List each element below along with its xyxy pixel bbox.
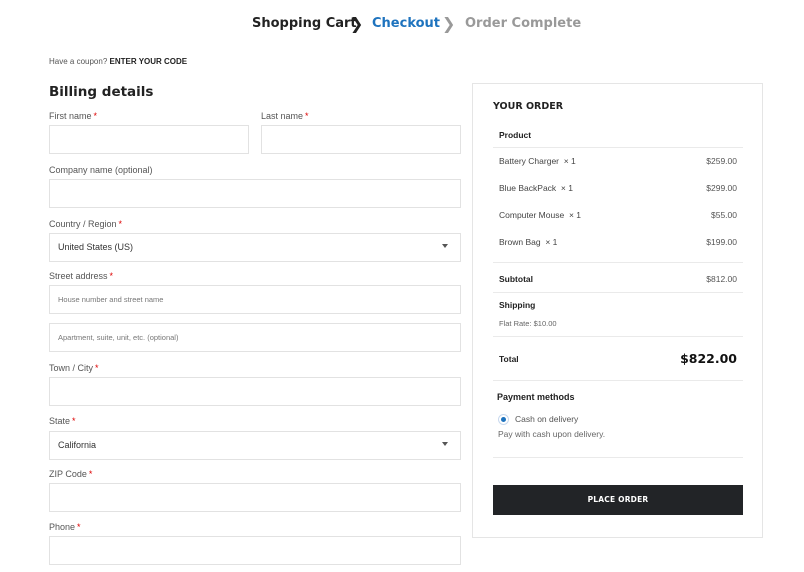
country-label: Country / Region *: [49, 219, 122, 229]
chevron-right-icon: ❯: [350, 14, 364, 33]
coupon-prompt: Have a coupon?: [49, 57, 108, 66]
shipping-method-value: Flat Rate: $10.00: [499, 319, 557, 328]
company-name-label: Company name (optional): [49, 165, 153, 175]
required-marker: *: [305, 111, 309, 121]
place-order-button[interactable]: PLACE ORDER: [493, 485, 743, 515]
payment-methods-title: Payment methods: [497, 392, 575, 402]
state-label-text: State: [49, 416, 71, 426]
last-name-label: Last name *: [261, 111, 309, 121]
country-label-text: Country / Region: [49, 219, 117, 229]
street-address-label: Street address *: [49, 271, 113, 281]
divider: [493, 336, 743, 337]
shipping-label: Shipping: [499, 300, 536, 310]
required-marker: *: [88, 469, 93, 479]
order-item-name: Blue BackPack × 1: [499, 183, 573, 193]
subtotal-label: Subtotal: [499, 274, 533, 284]
required-marker: *: [118, 219, 123, 229]
first-name-label-text: First name: [49, 111, 92, 121]
town-city-label-text: Town / City: [49, 363, 94, 373]
zip-code-label: ZIP Code *: [49, 469, 92, 479]
town-city-label: Town / City *: [49, 363, 99, 373]
step-order-complete: Order Complete: [465, 16, 582, 31]
order-item-name: Computer Mouse × 1: [499, 210, 581, 220]
street-line1-placeholder: House number and street name: [58, 295, 164, 304]
required-marker: *: [109, 271, 114, 281]
enter-coupon-link[interactable]: ENTER YOUR CODE: [110, 57, 188, 66]
order-item-price: $199.00: [706, 237, 737, 247]
street-line2-placeholder: Apartment, suite, unit, etc. (optional): [58, 333, 179, 342]
town-city-input[interactable]: [49, 377, 461, 406]
required-marker: *: [72, 416, 76, 426]
cash-on-delivery-label[interactable]: Cash on delivery: [515, 414, 578, 424]
billing-details-heading: Billing details: [49, 84, 154, 100]
required-marker: *: [93, 111, 98, 121]
state-selected-value: California: [58, 440, 97, 450]
item-name-text: Battery Charger: [499, 156, 559, 166]
zip-code-label-text: ZIP Code: [49, 469, 87, 479]
total-value: $822.00: [680, 351, 737, 366]
payment-description: Pay with cash upon delivery.: [498, 429, 606, 439]
divider: [493, 380, 743, 381]
order-item-name: Battery Charger × 1: [499, 156, 576, 166]
last-name-input[interactable]: [261, 125, 461, 154]
street-address-line2-input[interactable]: Apartment, suite, unit, etc. (optional): [49, 323, 461, 352]
company-name-input[interactable]: [49, 179, 461, 208]
phone-label: Phone *: [49, 522, 81, 532]
caret-down-icon: [442, 442, 448, 446]
required-marker: *: [77, 522, 81, 532]
item-qty: × 1: [568, 210, 581, 220]
item-qty: × 1: [560, 183, 573, 193]
order-item-name: Brown Bag × 1: [499, 237, 557, 247]
total-label: Total: [499, 354, 519, 364]
chevron-right-icon: ❯: [442, 14, 456, 33]
divider: [493, 457, 743, 458]
order-item-price: $55.00: [711, 210, 737, 220]
checkout-steps: Shopping Cart ❯ Checkout ❯ Order Complet…: [0, 15, 804, 35]
item-name-text: Brown Bag: [499, 237, 541, 247]
product-header-text: Product: [499, 130, 532, 140]
step-checkout[interactable]: Checkout: [372, 15, 440, 33]
order-item-price: $299.00: [706, 183, 737, 193]
cash-on-delivery-radio[interactable]: [498, 414, 509, 425]
coupon-notice: Have a coupon? ENTER YOUR CODE: [49, 57, 187, 66]
order-summary-panel: YOUR ORDER Product Battery Charger × 1 $…: [472, 83, 763, 538]
order-summary-title: YOUR ORDER: [493, 101, 564, 112]
street-address-label-text: Street address: [49, 271, 108, 281]
phone-input[interactable]: [49, 536, 461, 565]
item-name-text: Blue BackPack: [499, 183, 557, 193]
divider: [493, 147, 743, 148]
divider: [493, 262, 743, 263]
required-marker: *: [95, 363, 99, 373]
state-label: State *: [49, 416, 76, 426]
item-name-text: Computer Mouse: [499, 210, 565, 220]
last-name-label-text: Last name: [261, 111, 304, 121]
step-shopping-cart[interactable]: Shopping Cart: [252, 15, 357, 33]
zip-code-input[interactable]: [49, 483, 461, 512]
country-selected-value: United States (US): [58, 242, 134, 252]
state-select[interactable]: California: [49, 431, 461, 460]
order-item-price: $259.00: [706, 156, 737, 166]
item-qty: × 1: [563, 156, 576, 166]
country-select[interactable]: United States (US): [49, 233, 461, 262]
item-qty: × 1: [545, 237, 558, 247]
street-address-line1-input[interactable]: House number and street name: [49, 285, 461, 314]
first-name-label: First name *: [49, 111, 97, 121]
phone-label-text: Phone: [49, 522, 76, 532]
caret-down-icon: [442, 244, 448, 248]
first-name-input[interactable]: [49, 125, 249, 154]
subtotal-value: $812.00: [706, 274, 737, 284]
divider: [493, 292, 743, 293]
